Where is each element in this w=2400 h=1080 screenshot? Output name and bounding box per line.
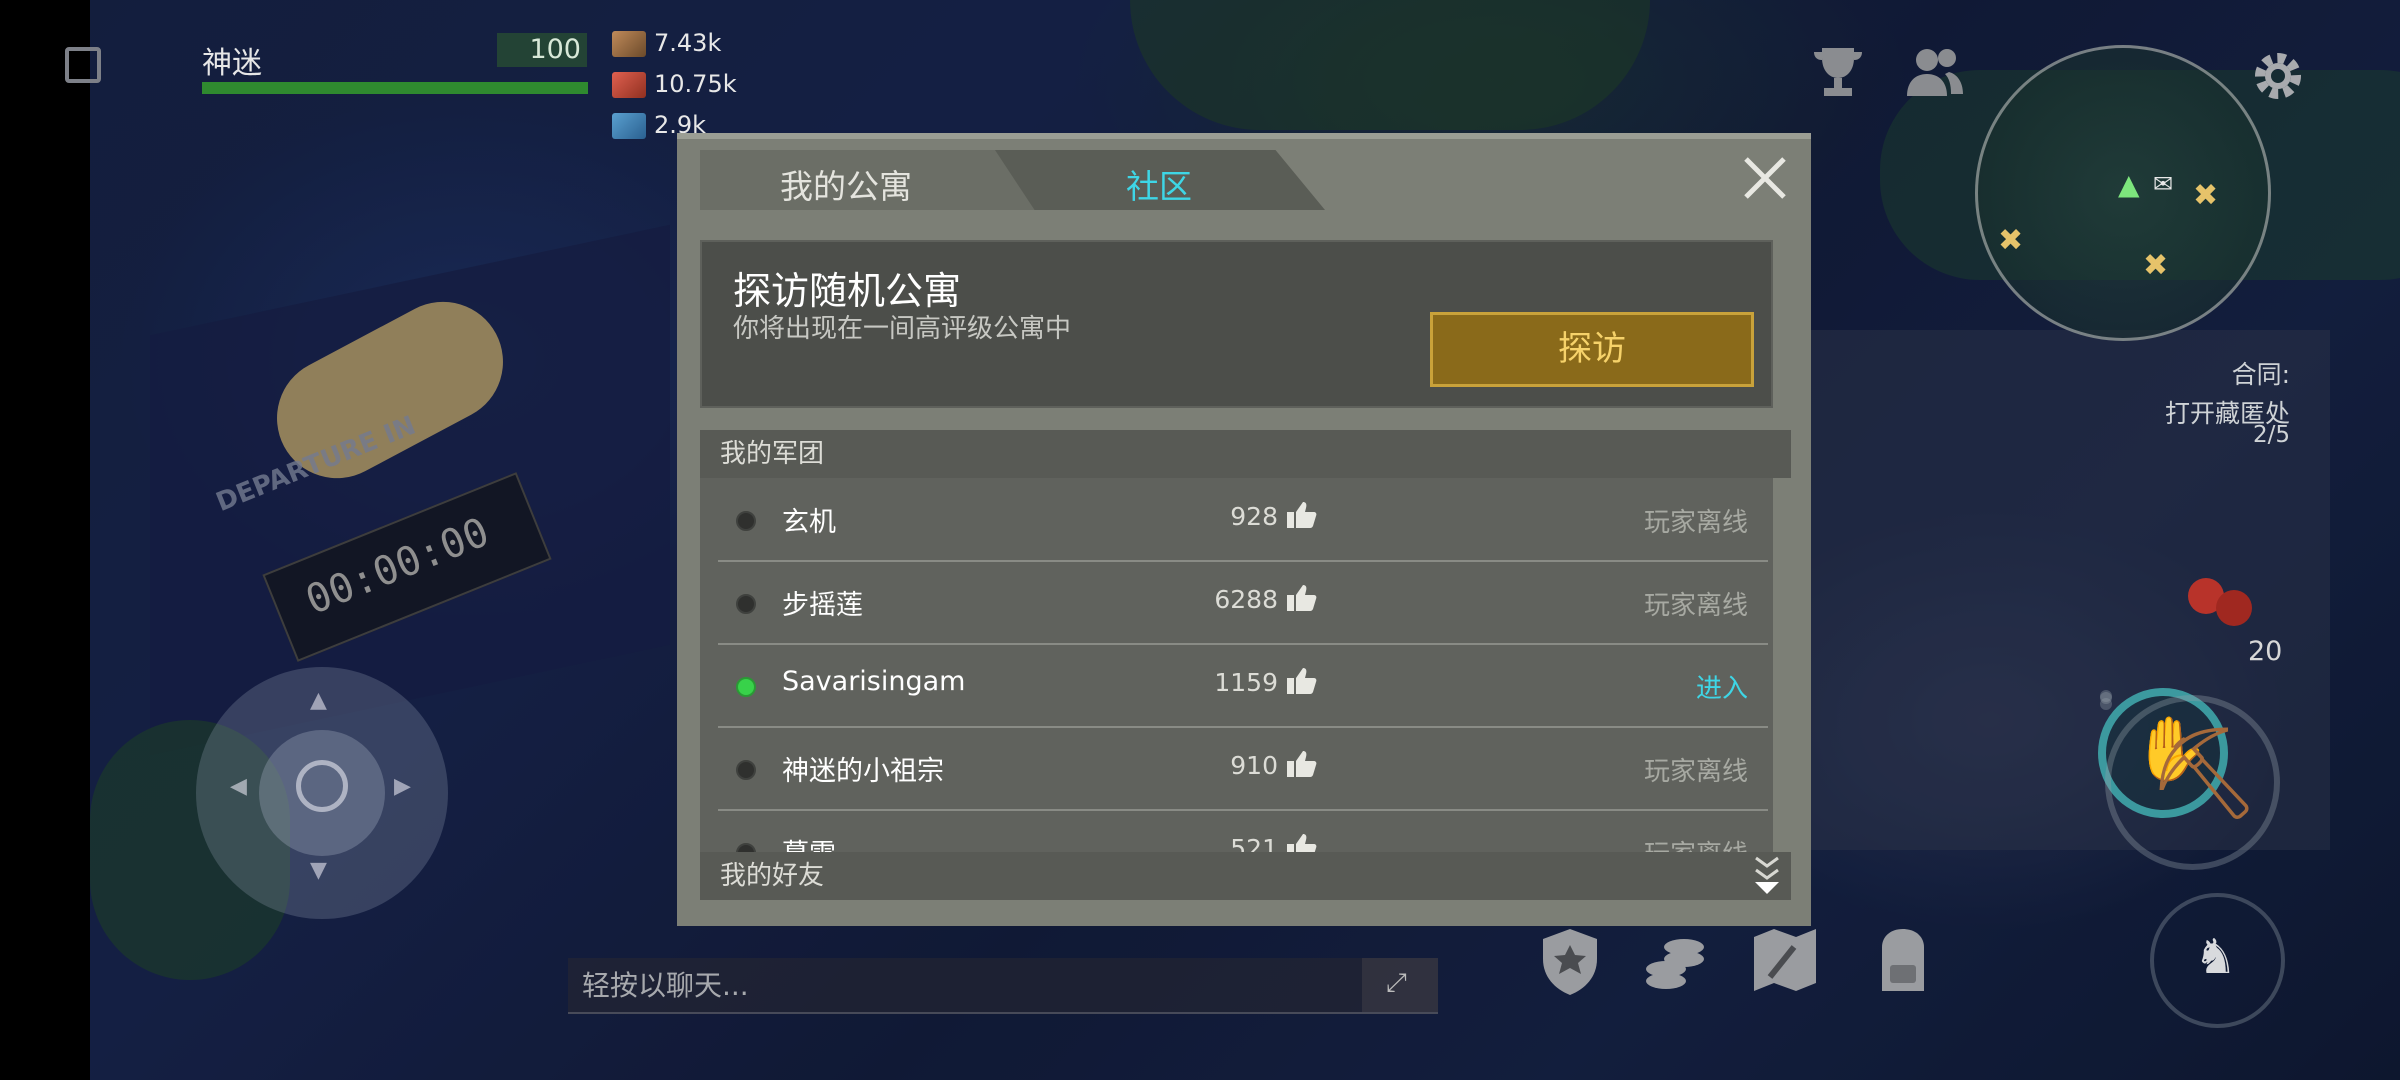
health-value: 100 [497,33,587,67]
member-likes: 928 [1230,502,1278,531]
member-row[interactable]: 玄机 928 玩家离线 [718,478,1768,562]
status-dot [736,594,756,614]
weapon-pickaxe-button[interactable]: ⛏ [2105,695,2280,870]
player-name: 神迷 [202,46,262,81]
quest-title: 合同: [2231,360,2290,389]
thumbs-up-icon [1287,834,1317,852]
member-name: Savarisingam [782,666,966,697]
crouch-icon: ♞ [2194,929,2238,985]
gear-icon[interactable] [2250,48,2306,104]
joystick-center-icon [296,760,348,812]
visit-random-subtitle: 你将出现在一间高评级公寓中 [733,314,1072,344]
online-status-dot [736,677,756,697]
status-dot [736,760,756,780]
member-row[interactable]: Savarisingam 1159 进入 [718,644,1768,728]
menu-square-button[interactable] [65,47,101,83]
member-status: 玩家离线 [1643,757,1748,787]
chat-placeholder: 轻按以聊天... [582,969,749,1002]
joystick-right-arrow-icon: ▶ [394,774,411,799]
member-likes: 1159 [1214,668,1278,697]
resource-amount: 7.43k [654,29,722,57]
resource-tools: 7.43k [612,26,721,60]
card-icon [612,113,646,139]
member-status: 玩家离线 [1643,508,1748,538]
visit-button[interactable]: 探访 [1430,312,1754,387]
member-likes: 521 [1230,834,1278,852]
trophy-icon[interactable] [1812,44,1864,100]
thumbs-up-icon [1287,502,1317,528]
tab-my-apartment-label: 我的公寓 [780,167,912,206]
joystick-up-arrow-icon: ▲ [310,688,327,713]
chat-expand-button[interactable]: ⤢ [1362,958,1438,1012]
minimap[interactable]: ▲ ✉ ✖ ✖ ✖ [1975,45,2271,341]
expand-icon: ⤢ [1386,968,1407,998]
thumbs-up-icon [1287,668,1317,694]
status-dot [736,843,756,852]
member-row[interactable]: 步摇莲 6288 玩家离线 [718,561,1768,645]
member-row[interactable]: 暮雪 521 玩家离线 [718,810,1768,852]
food-count: 20 [2248,636,2283,667]
thumbs-up-icon [1287,751,1317,777]
map-icon[interactable] [1750,925,1820,995]
member-name: 暮雪 [782,832,836,852]
expand-down-icon[interactable] [1752,854,1782,896]
close-icon[interactable] [1740,153,1790,203]
resource-amount: 10.75k [654,70,737,98]
friends-section-header[interactable]: 我的好友 [700,852,1791,900]
ring-spacer-25 [2100,690,2112,702]
guild-shield-icon[interactable] [1535,925,1605,997]
visit-random-title: 探访随机公寓 [733,269,962,313]
member-likes: 910 [1230,751,1278,780]
friends-header-label: 我的好友 [720,861,825,891]
coins-icon[interactable] [1640,925,1710,997]
crouch-button[interactable]: ♞ [2150,893,2285,1028]
quest-progress: 2/5 [2252,422,2290,448]
pickaxe-icon: ⛏ [2147,721,2262,826]
member-name: 步摇莲 [782,590,863,621]
member-status: 玩家离线 [1644,834,1748,852]
ticket-icon [612,72,646,98]
friends-icon[interactable] [1905,46,1965,98]
thumbs-up-icon [1287,585,1317,611]
tools-icon [612,31,646,57]
apple-icon [2216,590,2252,626]
wrench-icon: ✖ [2143,248,2169,283]
wrench-icon: ✖ [1998,223,2024,258]
health-bar [202,82,588,94]
joystick-down-arrow-icon: ▼ [310,858,327,883]
mail-icon: ✉ [2153,170,2174,198]
resource-tickets: 10.75k [612,67,737,101]
enter-apartment-link[interactable]: 进入 [1696,668,1748,705]
tab-community-label: 社区 [1126,167,1192,206]
member-likes: 6288 [1214,585,1278,614]
health-bar-fill [202,82,588,94]
member-name: 玄机 [782,507,836,538]
guild-section-header: 我的军团 [700,430,1791,478]
guild-member-list[interactable]: 玄机 928 玩家离线 步摇莲 6288 玩家离线 Savarisingam 1… [700,478,1773,852]
member-status: 玩家离线 [1643,591,1748,621]
wrench-icon: ✖ [2193,178,2219,213]
player-marker-icon: ▲ [2118,168,2140,201]
joystick-left-arrow-icon: ◀ [230,774,247,799]
member-row[interactable]: 神迷的小祖宗 910 玩家离线 [718,727,1768,811]
status-dot [736,511,756,531]
member-name: 神迷的小祖宗 [782,756,944,787]
backpack-icon[interactable] [1870,925,1936,997]
